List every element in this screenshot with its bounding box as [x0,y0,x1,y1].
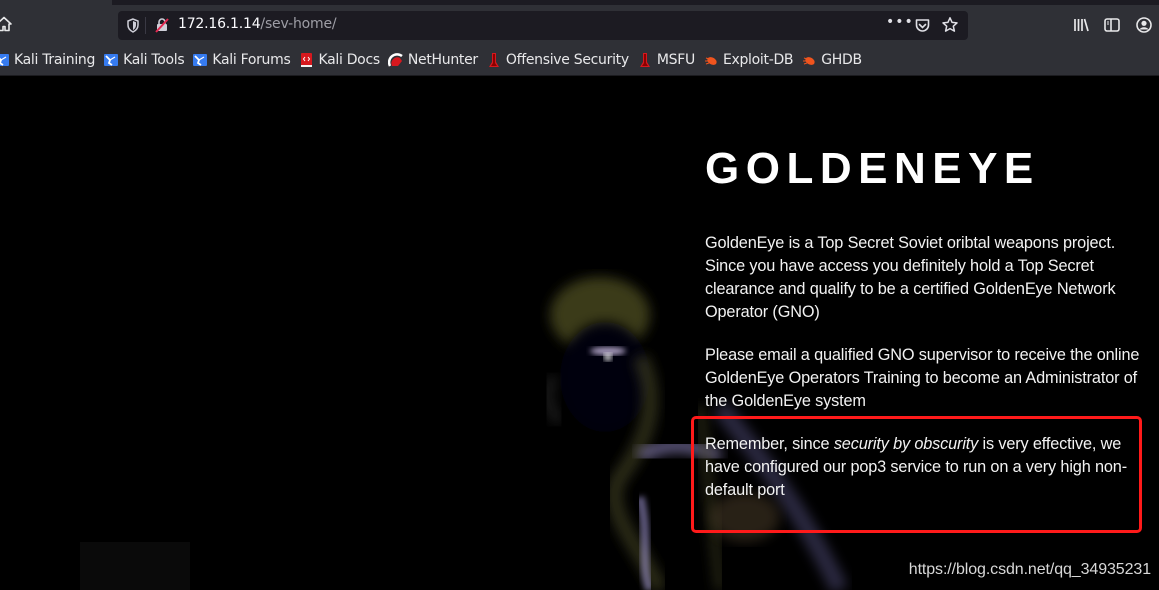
exploitdb-icon [801,52,817,68]
url-path: /sev-home/ [260,16,337,32]
web-page: GOLDENEYE GoldenEye is a Top Secret Sovi… [0,77,1159,590]
bookmark-msfu[interactable]: MSFU [633,48,699,72]
sidebar-icon[interactable] [1103,16,1121,34]
tab-strip-edge [112,0,1159,5]
offsec-icon [486,52,502,68]
bookmark-kali-docs[interactable]: Kali Docs [294,48,383,72]
url-separator [145,17,146,34]
bookmark-label: Kali Forums [212,52,291,68]
kali-docs-icon [298,52,314,68]
url-bar[interactable]: 172.16.1.14/sev-home/ ••• [118,11,968,40]
training-paragraph: Please email a qualified GNO supervisor … [705,346,1140,410]
account-icon[interactable] [1135,16,1153,34]
ellipsis-icon[interactable]: ••• [886,14,914,30]
kali-icon [192,52,208,68]
bookmark-label: Offensive Security [505,52,629,68]
page-title: GOLDENEYE [705,144,1040,193]
watermark: https://blog.csdn.net/qq_34935231 [908,561,1151,578]
star-icon[interactable] [941,16,959,34]
bookmark-kali-tools[interactable]: Kali Tools [99,48,188,72]
bookmark-label: Exploit-DB [722,52,794,68]
bookmark-offensive-security[interactable]: Offensive Security [482,48,633,72]
bookmark-ghdb[interactable]: GHDB [797,48,866,72]
bookmarks-toolbar: Kali Training Kali Tools Kali Forums Kal… [0,45,1159,76]
pocket-icon[interactable] [914,17,931,34]
bookmark-label: NetHunter [407,52,478,68]
url-host: 172.16.1.14 [178,16,261,32]
annotation-highlight-box [691,416,1142,533]
insecure-lock-icon[interactable] [154,17,170,33]
home-icon[interactable] [0,16,12,32]
shield-icon[interactable] [126,18,140,33]
library-icon[interactable] [1072,16,1090,34]
bookmark-kali-training[interactable]: Kali Training [0,48,99,72]
url-text[interactable]: 172.16.1.14/sev-home/ [178,16,337,32]
offsec-icon [637,52,653,68]
bookmark-kali-forums[interactable]: Kali Forums [188,48,294,72]
kali-icon [0,52,10,68]
bookmark-label: Kali Training [14,52,96,68]
intro-paragraph: GoldenEye is a Top Secret Soviet oribtal… [705,234,1116,321]
bookmark-label: Kali Docs [318,52,380,68]
bookmark-label: MSFU [656,52,695,68]
nethunter-icon [387,52,404,68]
bookmark-label: GHDB [821,52,862,68]
bookmark-label: Kali Tools [123,52,185,68]
browser-toolbar: 172.16.1.14/sev-home/ ••• [0,0,1159,45]
kali-icon [103,52,119,68]
exploitdb-icon [703,52,719,68]
bookmark-exploit-db[interactable]: Exploit-DB [699,48,797,72]
bookmark-nethunter[interactable]: NetHunter [384,48,482,72]
